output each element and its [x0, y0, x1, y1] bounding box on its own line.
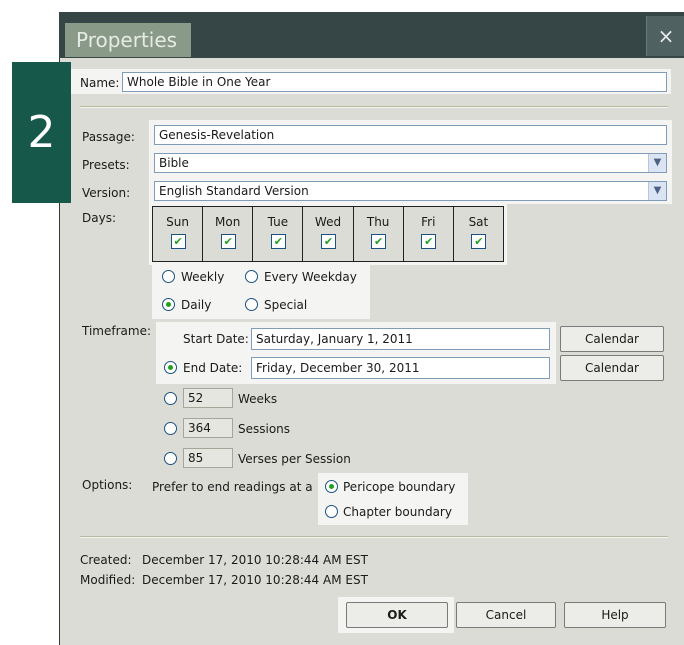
every-weekday-radio[interactable] [245, 270, 258, 283]
presets-dropdown-icon[interactable]: ▼ [648, 154, 666, 172]
daily-radio[interactable] [162, 298, 175, 311]
ok-button[interactable]: OK [346, 602, 448, 628]
created-value: December 17, 2010 10:28:44 AM EST [142, 553, 368, 567]
day-sun: Sun ✔ [153, 207, 204, 261]
day-checkbox-sun[interactable]: ✔ [170, 234, 186, 249]
day-checkbox-fri[interactable]: ✔ [421, 234, 437, 249]
daily-label: Daily [181, 298, 212, 312]
weeks-label: Weeks [238, 392, 278, 406]
day-checkbox-mon[interactable]: ✔ [220, 234, 236, 249]
presets-value: Bible [159, 156, 189, 170]
day-tue: Tue ✔ [253, 207, 304, 261]
presets-label: Presets: [82, 158, 130, 172]
end-calendar-button[interactable]: Calendar [560, 355, 664, 381]
chapter-label: Chapter boundary [343, 505, 452, 519]
sessions-label: Sessions [238, 422, 291, 436]
options-label: Options: [82, 478, 133, 492]
day-sat: Sat ✔ [454, 207, 503, 261]
close-button[interactable]: × [646, 16, 684, 56]
created-label: Created: [80, 553, 132, 567]
day-name: Fri [421, 215, 436, 229]
presets-select[interactable]: Bible [154, 153, 667, 173]
separator-bottom [80, 536, 668, 538]
day-fri: Fri ✔ [404, 207, 454, 261]
separator-top [80, 106, 668, 108]
timeframe-label: Timeframe: [82, 324, 151, 338]
passage-input[interactable]: Genesis-Revelation [154, 125, 667, 145]
start-date-input[interactable]: Saturday, January 1, 2011 [251, 328, 550, 350]
verses-radio[interactable] [164, 452, 177, 465]
verses-input[interactable]: 85 [183, 448, 233, 468]
day-checkbox-sat[interactable]: ✔ [471, 234, 487, 249]
day-name: Thu [366, 215, 390, 229]
start-calendar-button[interactable]: Calendar [560, 326, 664, 352]
weekly-radio[interactable] [162, 270, 175, 283]
day-name: Mon [215, 215, 241, 229]
days-table: Sun ✔ Mon ✔ Tue ✔ Wed ✔ Thu ✔ Fri ✔ Sat ✔ [152, 206, 504, 262]
prefer-text: Prefer to end readings at a [152, 480, 313, 494]
weekly-label: Weekly [181, 270, 225, 284]
day-mon: Mon ✔ [203, 207, 254, 261]
weeks-radio[interactable] [164, 392, 177, 405]
verses-label: Verses per Session [238, 452, 351, 466]
modified-label: Modified: [80, 573, 136, 587]
name-label: Name: [80, 76, 120, 90]
name-input[interactable]: Whole Bible in One Year [122, 72, 667, 92]
day-name: Sun [166, 215, 189, 229]
day-name: Wed [314, 215, 342, 229]
day-checkbox-thu[interactable]: ✔ [371, 234, 387, 249]
sessions-radio[interactable] [164, 422, 177, 435]
pericope-radio[interactable] [325, 480, 338, 493]
day-thu: Thu ✔ [354, 207, 404, 261]
every-weekday-label: Every Weekday [264, 270, 357, 284]
special-label: Special [264, 298, 308, 312]
day-name: Sat [468, 215, 489, 229]
version-label: Version: [82, 186, 131, 200]
end-date-label: End Date: [183, 361, 243, 375]
version-select[interactable]: English Standard Version [154, 181, 667, 201]
dialog-title: Properties [65, 23, 191, 57]
chapter-radio[interactable] [325, 505, 338, 518]
day-wed: Wed ✔ [303, 207, 354, 261]
day-checkbox-wed[interactable]: ✔ [320, 234, 336, 249]
end-date-radio[interactable] [164, 361, 177, 374]
start-date-label: Start Date: [183, 332, 249, 346]
weeks-input[interactable]: 52 [183, 388, 233, 408]
end-date-input[interactable]: Friday, December 30, 2011 [251, 357, 550, 379]
version-value: English Standard Version [159, 184, 309, 198]
version-dropdown-icon[interactable]: ▼ [648, 182, 666, 200]
special-radio[interactable] [245, 298, 258, 311]
days-label: Days: [82, 211, 116, 225]
cancel-button[interactable]: Cancel [456, 602, 556, 628]
day-name: Tue [267, 215, 289, 229]
step-number-badge: 2 [12, 62, 71, 203]
modified-value: December 17, 2010 10:28:44 AM EST [142, 573, 368, 587]
pericope-label: Pericope boundary [343, 480, 456, 494]
sessions-input[interactable]: 364 [183, 418, 233, 438]
passage-label: Passage: [82, 130, 135, 144]
day-checkbox-tue[interactable]: ✔ [270, 234, 286, 249]
help-button[interactable]: Help [564, 602, 666, 628]
